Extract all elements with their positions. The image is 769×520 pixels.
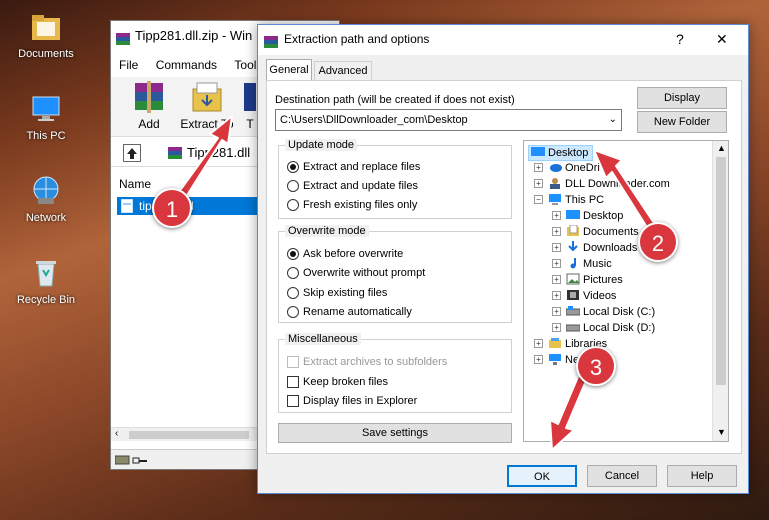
arrow-2 — [593, 149, 657, 233]
arrow-1 — [175, 115, 233, 201]
step-marker-2: 2 — [638, 222, 678, 262]
step-marker-1: 1 — [152, 188, 192, 228]
step-marker-3: 3 — [576, 346, 616, 386]
arrow-3 — [549, 371, 589, 451]
